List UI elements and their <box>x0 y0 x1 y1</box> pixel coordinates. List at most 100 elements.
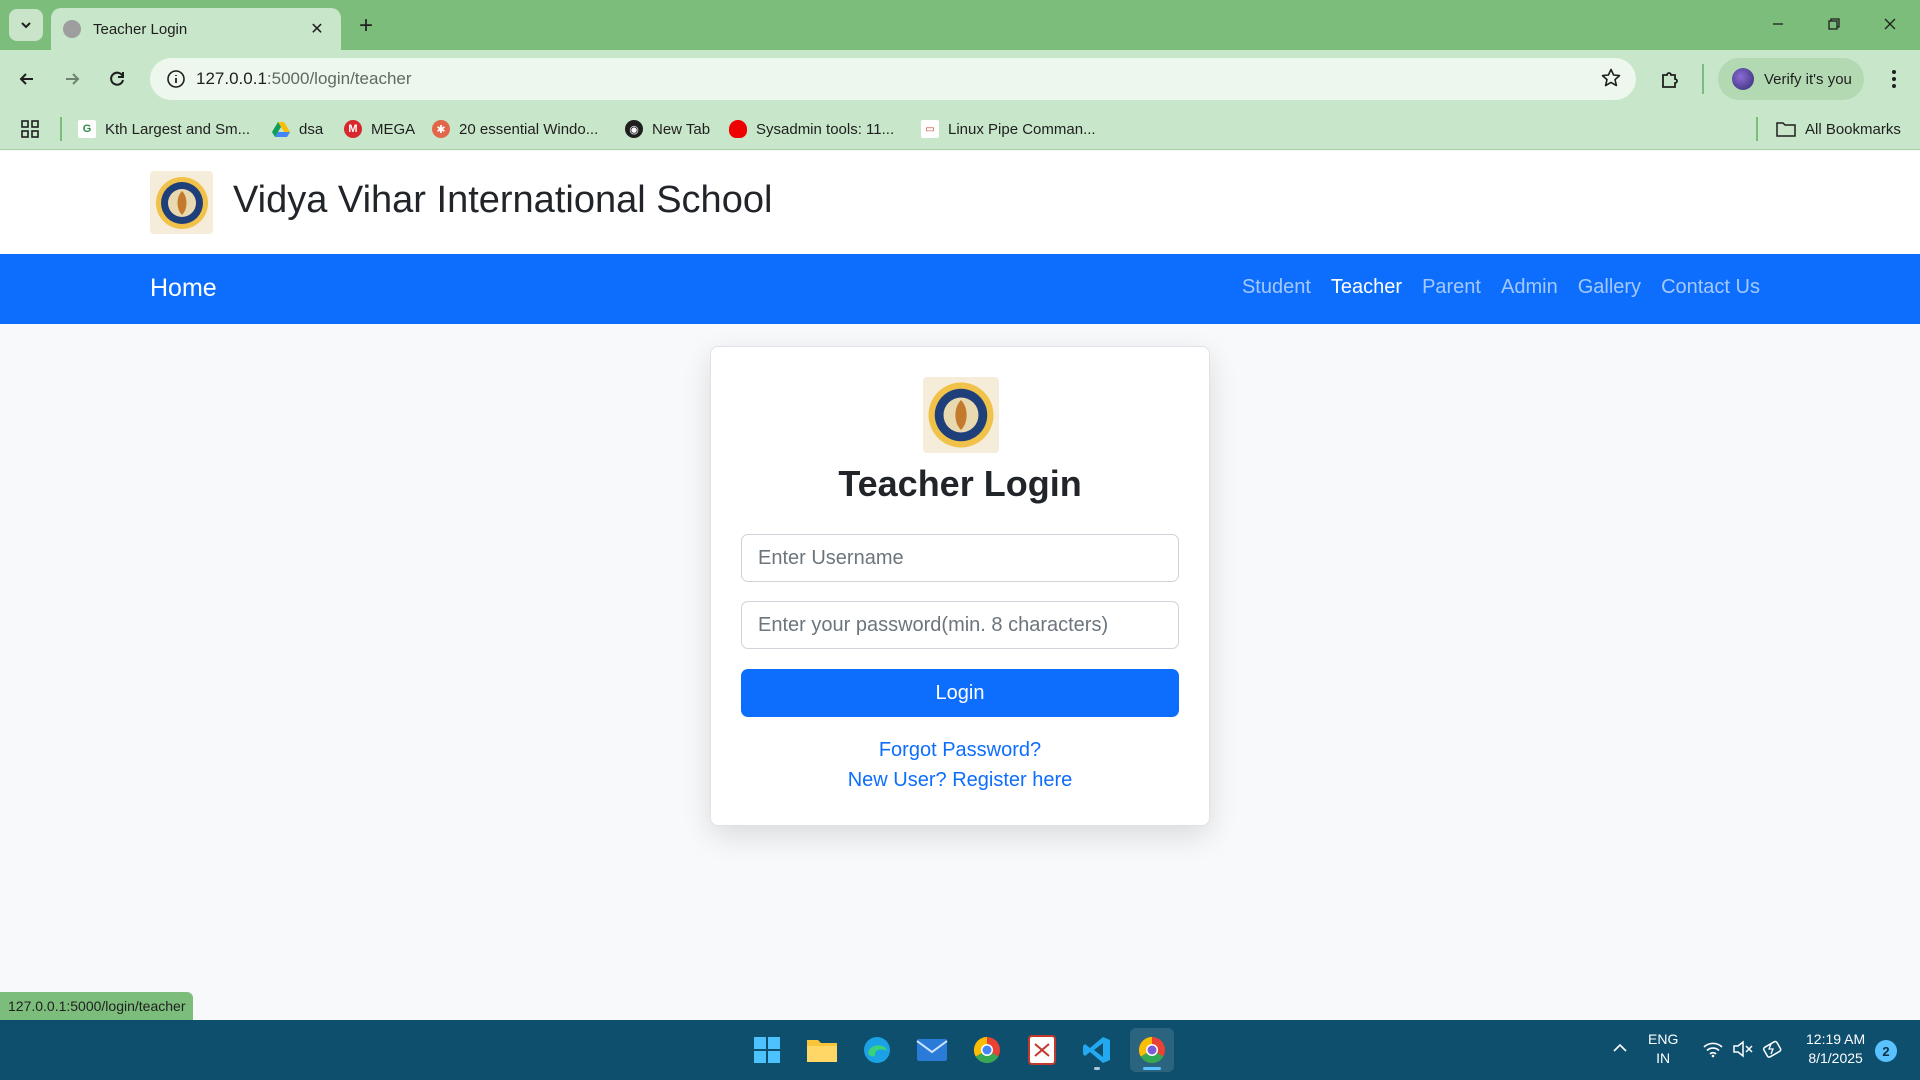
bookmark-item[interactable]: ◉ New Tab <box>625 114 710 144</box>
nav-link-contact[interactable]: Contact Us <box>1661 276 1760 299</box>
site-title: Vidya Vihar International School <box>233 179 773 221</box>
volume-button[interactable] <box>1732 1040 1754 1063</box>
bookmark-item[interactable]: dsa <box>272 114 323 144</box>
bookmark-label: New Tab <box>652 120 711 138</box>
region-code: IN <box>1656 1050 1671 1066</box>
tab-search-button[interactable] <box>9 9 43 41</box>
verify-label: Verify it's you <box>1764 70 1852 88</box>
mail-button[interactable] <box>910 1028 954 1072</box>
bookmark-item[interactable]: ✱ 20 essential Windo... <box>432 114 598 144</box>
reload-icon <box>110 71 124 86</box>
nav-home-link[interactable]: Home <box>150 274 217 303</box>
browser-menu-button[interactable] <box>1876 61 1912 97</box>
bookmarks-divider <box>60 117 62 141</box>
edge-button[interactable] <box>855 1028 899 1072</box>
bookmarks-bar: G Kth Largest and Sm... dsa M MEGA ✱ 20 … <box>0 108 1920 150</box>
pdf-reader-button[interactable] <box>1020 1028 1064 1072</box>
bookmark-label: dsa <box>299 120 324 138</box>
bookmark-label: MEGA <box>371 120 416 138</box>
restore-icon <box>1828 18 1840 30</box>
login-heading: Teacher Login <box>838 463 1082 504</box>
nav-link-admin[interactable]: Admin <box>1501 276 1558 299</box>
bookmark-label: Kth Largest and Sm... <box>105 120 251 138</box>
file-explorer-button[interactable] <box>800 1028 844 1072</box>
bookmark-item[interactable]: G Kth Largest and Sm... <box>78 114 250 144</box>
bookmark-star-icon[interactable] <box>1600 67 1622 94</box>
chrome-button[interactable] <box>965 1028 1009 1072</box>
bookmarks-divider <box>1756 117 1758 141</box>
more-vertical-icon <box>1892 70 1896 88</box>
back-button[interactable] <box>9 61 45 97</box>
bookmark-item[interactable]: M MEGA <box>344 114 415 144</box>
password-input[interactable] <box>741 601 1179 649</box>
puzzle-icon <box>1662 72 1678 88</box>
site-info-icon[interactable] <box>156 58 196 100</box>
volume-muted-icon <box>1733 1040 1753 1058</box>
minimize-icon <box>1773 23 1783 25</box>
tab-title: Teacher Login <box>93 20 188 38</box>
bookmark-item[interactable]: ▭ Linux Pipe Comman... <box>921 114 1096 144</box>
browser-tab-bar: Teacher Login ✕ + <box>0 0 1920 50</box>
apps-button[interactable] <box>20 114 40 144</box>
address-bar[interactable]: 127.0.0.1:5000/login/teacher <box>150 58 1636 100</box>
edge-icon <box>864 1037 890 1063</box>
school-logo[interactable] <box>150 171 213 234</box>
battery-button[interactable] <box>1762 1040 1784 1063</box>
mega-icon: M <box>344 120 362 138</box>
clock[interactable]: 12:19 AM 8/1/2025 <box>1806 1030 1865 1068</box>
folder-icon <box>1776 122 1796 137</box>
nav-link-gallery[interactable]: Gallery <box>1578 276 1641 299</box>
school-emblem-icon <box>155 176 208 229</box>
nav-link-teacher[interactable]: Teacher <box>1331 276 1402 299</box>
chrome-icon <box>1138 1036 1165 1064</box>
extensions-button[interactable] <box>1652 61 1688 97</box>
nav-links: Student Teacher Parent Admin Gallery Con… <box>1242 276 1760 299</box>
forgot-password-link[interactable]: Forgot Password? <box>711 739 1209 762</box>
show-hidden-icons-button[interactable] <box>1612 1040 1628 1059</box>
nav-link-student[interactable]: Student <box>1242 276 1311 299</box>
site-icon: ✱ <box>432 120 450 138</box>
bookmark-label: 20 essential Windo... <box>459 120 599 138</box>
active-indicator <box>1143 1067 1161 1070</box>
notification-badge[interactable]: 2 <box>1875 1040 1897 1062</box>
redhat-icon <box>729 120 747 138</box>
nav-link-parent[interactable]: Parent <box>1422 276 1481 299</box>
forward-button[interactable] <box>54 61 90 97</box>
close-window-button[interactable] <box>1870 8 1910 40</box>
start-button[interactable] <box>745 1028 789 1072</box>
username-input[interactable] <box>741 534 1179 582</box>
url-text: 127.0.0.1:5000/login/teacher <box>196 69 412 88</box>
status-url: 127.0.0.1:5000/login/teacher <box>0 992 194 1020</box>
chrome-active-button[interactable] <box>1130 1028 1174 1072</box>
wifi-icon <box>1703 1042 1723 1058</box>
verify-profile-button[interactable]: Verify it's you <box>1718 58 1864 100</box>
restore-button[interactable] <box>1814 8 1854 40</box>
new-tab-button[interactable]: + <box>352 12 380 40</box>
vscode-icon <box>1083 1037 1110 1063</box>
browser-tab[interactable]: Teacher Login ✕ <box>51 8 341 50</box>
reload-button[interactable] <box>99 61 135 97</box>
register-link[interactable]: New User? Register here <box>711 769 1209 792</box>
vscode-button[interactable] <box>1075 1028 1119 1072</box>
document-icon <box>1028 1035 1056 1065</box>
login-card: Teacher Login Login Forgot Password? New… <box>710 346 1210 826</box>
bookmark-label: Linux Pipe Comman... <box>948 120 1096 138</box>
close-icon <box>1884 18 1896 30</box>
clock-time: 12:19 AM <box>1806 1031 1866 1047</box>
chevron-down-icon <box>21 22 31 29</box>
login-button[interactable]: Login <box>741 669 1179 717</box>
avatar <box>1732 68 1754 90</box>
battery-icon <box>1762 1040 1782 1058</box>
network-status-button[interactable] <box>1702 1040 1724 1063</box>
site-icon: ▭ <box>921 120 939 138</box>
language-code: ENG <box>1648 1031 1679 1047</box>
windows-icon <box>754 1037 780 1063</box>
language-indicator[interactable]: ENG IN <box>1648 1030 1678 1068</box>
bookmark-item[interactable]: Sysadmin tools: 11... <box>729 114 894 144</box>
globe-icon: ◉ <box>625 120 643 138</box>
clock-date: 8/1/2025 <box>1808 1050 1863 1066</box>
close-icon[interactable]: ✕ <box>305 19 329 39</box>
all-bookmarks-button[interactable]: All Bookmarks <box>1776 114 1901 144</box>
minimize-button[interactable] <box>1758 8 1798 40</box>
taskbar: ENG IN 12:19 AM 8/1/2025 <box>0 1020 1920 1080</box>
